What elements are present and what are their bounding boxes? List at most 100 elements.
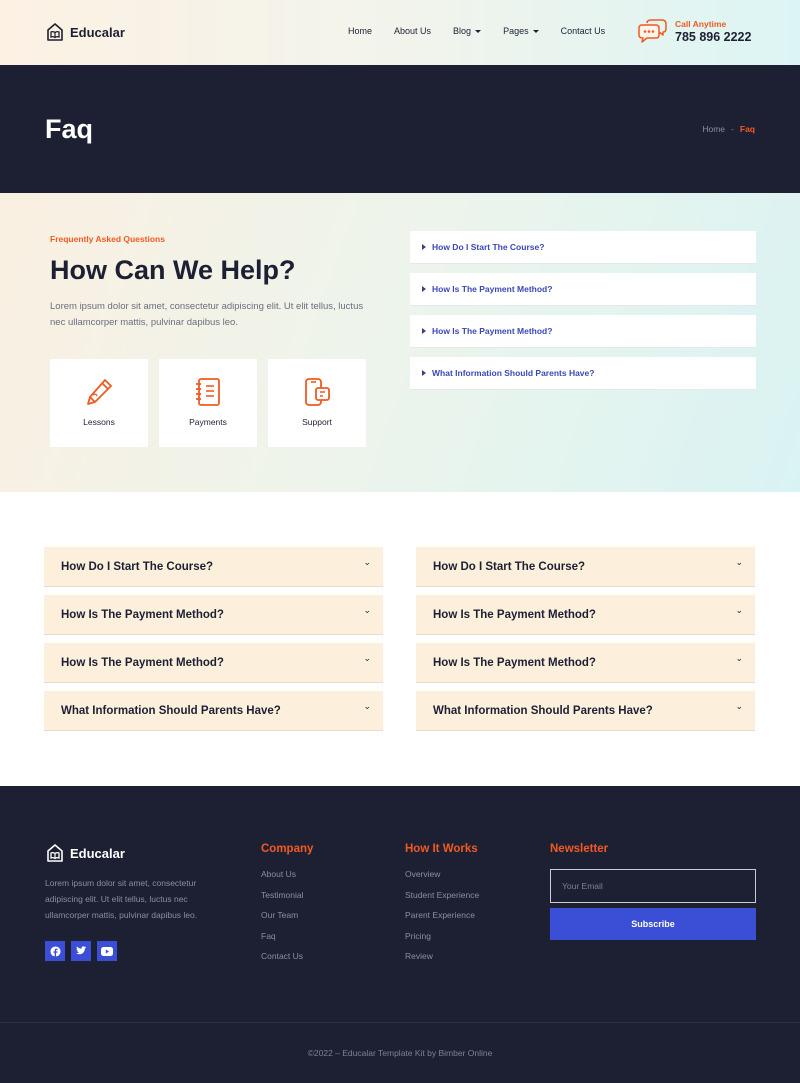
faq-item[interactable]: How Do I Start The Course? ⌄ (416, 547, 755, 587)
caret-down-icon (532, 29, 539, 33)
faq-question: How Do I Start The Course? (433, 560, 586, 573)
logo[interactable]: Educalar (45, 22, 125, 42)
nav-contact[interactable]: Contact Us (561, 26, 606, 36)
caret-right-icon (422, 328, 426, 334)
chevron-down-icon: ⌄ (735, 605, 743, 615)
footer-link[interactable]: Our Team (261, 910, 313, 920)
faq-question: What Information Should Parents Have? (61, 704, 281, 717)
faq-question: How Is The Payment Method? (433, 656, 596, 669)
help-cards: Lessons Payments Support (50, 359, 366, 447)
footer-newsletter: Newsletter (550, 843, 608, 869)
footer-link[interactable]: Pricing (405, 931, 479, 941)
caret-down-icon (475, 29, 482, 33)
side-accordion-label: How Do I Start The Course? (432, 242, 545, 252)
card-payments[interactable]: Payments (159, 359, 257, 447)
side-accordion-label: What Information Should Parents Have? (432, 368, 595, 378)
call-anytime[interactable]: Call Anytime 785 896 2222 (638, 19, 751, 44)
site-footer: Educalar Lorem ipsum dolor sit amet, con… (0, 786, 800, 1083)
chevron-down-icon: ⌄ (363, 701, 371, 711)
side-accordion-label: How Is The Payment Method? (432, 284, 553, 294)
facebook-button[interactable] (45, 941, 65, 961)
faq-question: How Is The Payment Method? (433, 608, 596, 621)
newsletter-email-input[interactable] (550, 869, 756, 903)
nav-pages[interactable]: Pages (503, 26, 539, 36)
footer-link[interactable]: Testimonial (261, 890, 313, 900)
book-house-icon (47, 844, 63, 862)
section-eyebrow: Frequently Asked Questions (50, 234, 165, 244)
footer-link[interactable]: About Us (261, 869, 313, 879)
nav-label: Pages (503, 26, 529, 36)
mobile-support-icon (305, 378, 330, 406)
chevron-down-icon: ⌄ (363, 653, 371, 663)
twitter-icon (76, 946, 87, 955)
nav-label: About Us (394, 26, 432, 36)
pencil-icon (87, 379, 112, 405)
faq-item[interactable]: What Information Should Parents Have? ⌄ (44, 691, 383, 731)
caret-right-icon (422, 370, 426, 376)
subscribe-button[interactable]: Subscribe (550, 908, 756, 940)
side-accordion-item[interactable]: How Is The Payment Method? (410, 315, 756, 348)
nav-blog[interactable]: Blog (453, 26, 482, 36)
breadcrumb-current: Faq (739, 124, 755, 134)
chevron-down-icon: ⌄ (735, 701, 743, 711)
youtube-button[interactable] (97, 941, 117, 961)
logo-text: Educalar (70, 845, 125, 861)
card-label: Support (302, 417, 332, 427)
nav-label: Home (348, 26, 373, 36)
footer-link[interactable]: Review (405, 951, 479, 961)
footer-heading: Newsletter (550, 843, 609, 855)
faq-item[interactable]: How Is The Payment Method? ⌄ (416, 595, 755, 635)
help-section: Frequently Asked Questions How Can We He… (0, 193, 800, 492)
call-label: Call Anytime (675, 19, 727, 29)
footer-divider (0, 1022, 800, 1023)
footer-link[interactable]: Overview (405, 869, 479, 879)
nav-label: Contact Us (560, 26, 606, 36)
page-title-banner: Faq Home - Faq (0, 65, 800, 193)
side-accordion: How Do I Start The Course? How Is The Pa… (410, 231, 756, 399)
twitter-button[interactable] (71, 941, 91, 961)
social-links (45, 941, 117, 961)
footer-link[interactable]: Student Experience (405, 890, 479, 900)
side-accordion-item[interactable]: How Is The Payment Method? (410, 273, 756, 306)
card-support[interactable]: Support (268, 359, 366, 447)
logo-text: Educalar (70, 24, 125, 40)
faq-question: How Is The Payment Method? (61, 656, 224, 669)
main-nav: Home About Us Blog Pages Contact Us (348, 26, 627, 36)
breadcrumb-home[interactable]: Home (702, 124, 725, 134)
section-description: Lorem ipsum dolor sit amet, consectetur … (50, 301, 364, 328)
faq-item[interactable]: How Is The Payment Method? ⌄ (44, 643, 383, 683)
card-lessons[interactable]: Lessons (50, 359, 148, 447)
facebook-icon (49, 945, 61, 957)
youtube-icon (101, 946, 113, 956)
card-label: Payments (189, 417, 227, 427)
faq-column-right: How Do I Start The Course? ⌄ How Is The P… (416, 547, 755, 739)
chevron-down-icon: ⌄ (735, 557, 743, 567)
call-text: Call Anytime 785 896 2222 (675, 19, 751, 44)
caret-right-icon (422, 244, 426, 250)
footer-link[interactable]: Faq (261, 931, 313, 941)
chevron-down-icon: ⌄ (363, 557, 371, 567)
faq-item[interactable]: How Do I Start The Course? ⌄ (44, 547, 383, 587)
footer-company: Company About Us Testimonial Our Team Fa… (261, 843, 313, 972)
site-header: Educalar Home About Us Blog Pages Contac… (0, 0, 800, 65)
footer-link[interactable]: Parent Experience (405, 910, 479, 920)
faq-item[interactable]: How Is The Payment Method? ⌄ (44, 595, 383, 635)
nav-about[interactable]: About Us (394, 26, 431, 36)
footer-logo[interactable]: Educalar (45, 843, 125, 863)
footer-description: Lorem ipsum dolor sit amet, consectetur … (45, 878, 198, 920)
faq-item[interactable]: What Information Should Parents Have? ⌄ (416, 691, 755, 731)
breadcrumb-separator: - (731, 124, 734, 134)
call-phone[interactable]: 785 896 2222 (675, 30, 751, 44)
faq-question: How Do I Start The Course? (61, 560, 214, 573)
book-house-icon (47, 23, 63, 41)
side-accordion-item[interactable]: How Do I Start The Course? (410, 231, 756, 264)
nav-label: Blog (453, 26, 472, 36)
side-accordion-item[interactable]: What Information Should Parents Have? (410, 357, 756, 390)
footer-link[interactable]: Contact Us (261, 951, 313, 961)
footer-how-it-works: How It Works Overview Student Experience… (405, 843, 479, 972)
chevron-down-icon: ⌄ (735, 653, 743, 663)
chat-bubble-icon (638, 19, 667, 43)
nav-home[interactable]: Home (348, 26, 372, 36)
card-label: Lessons (83, 417, 115, 427)
faq-item[interactable]: How Is The Payment Method? ⌄ (416, 643, 755, 683)
